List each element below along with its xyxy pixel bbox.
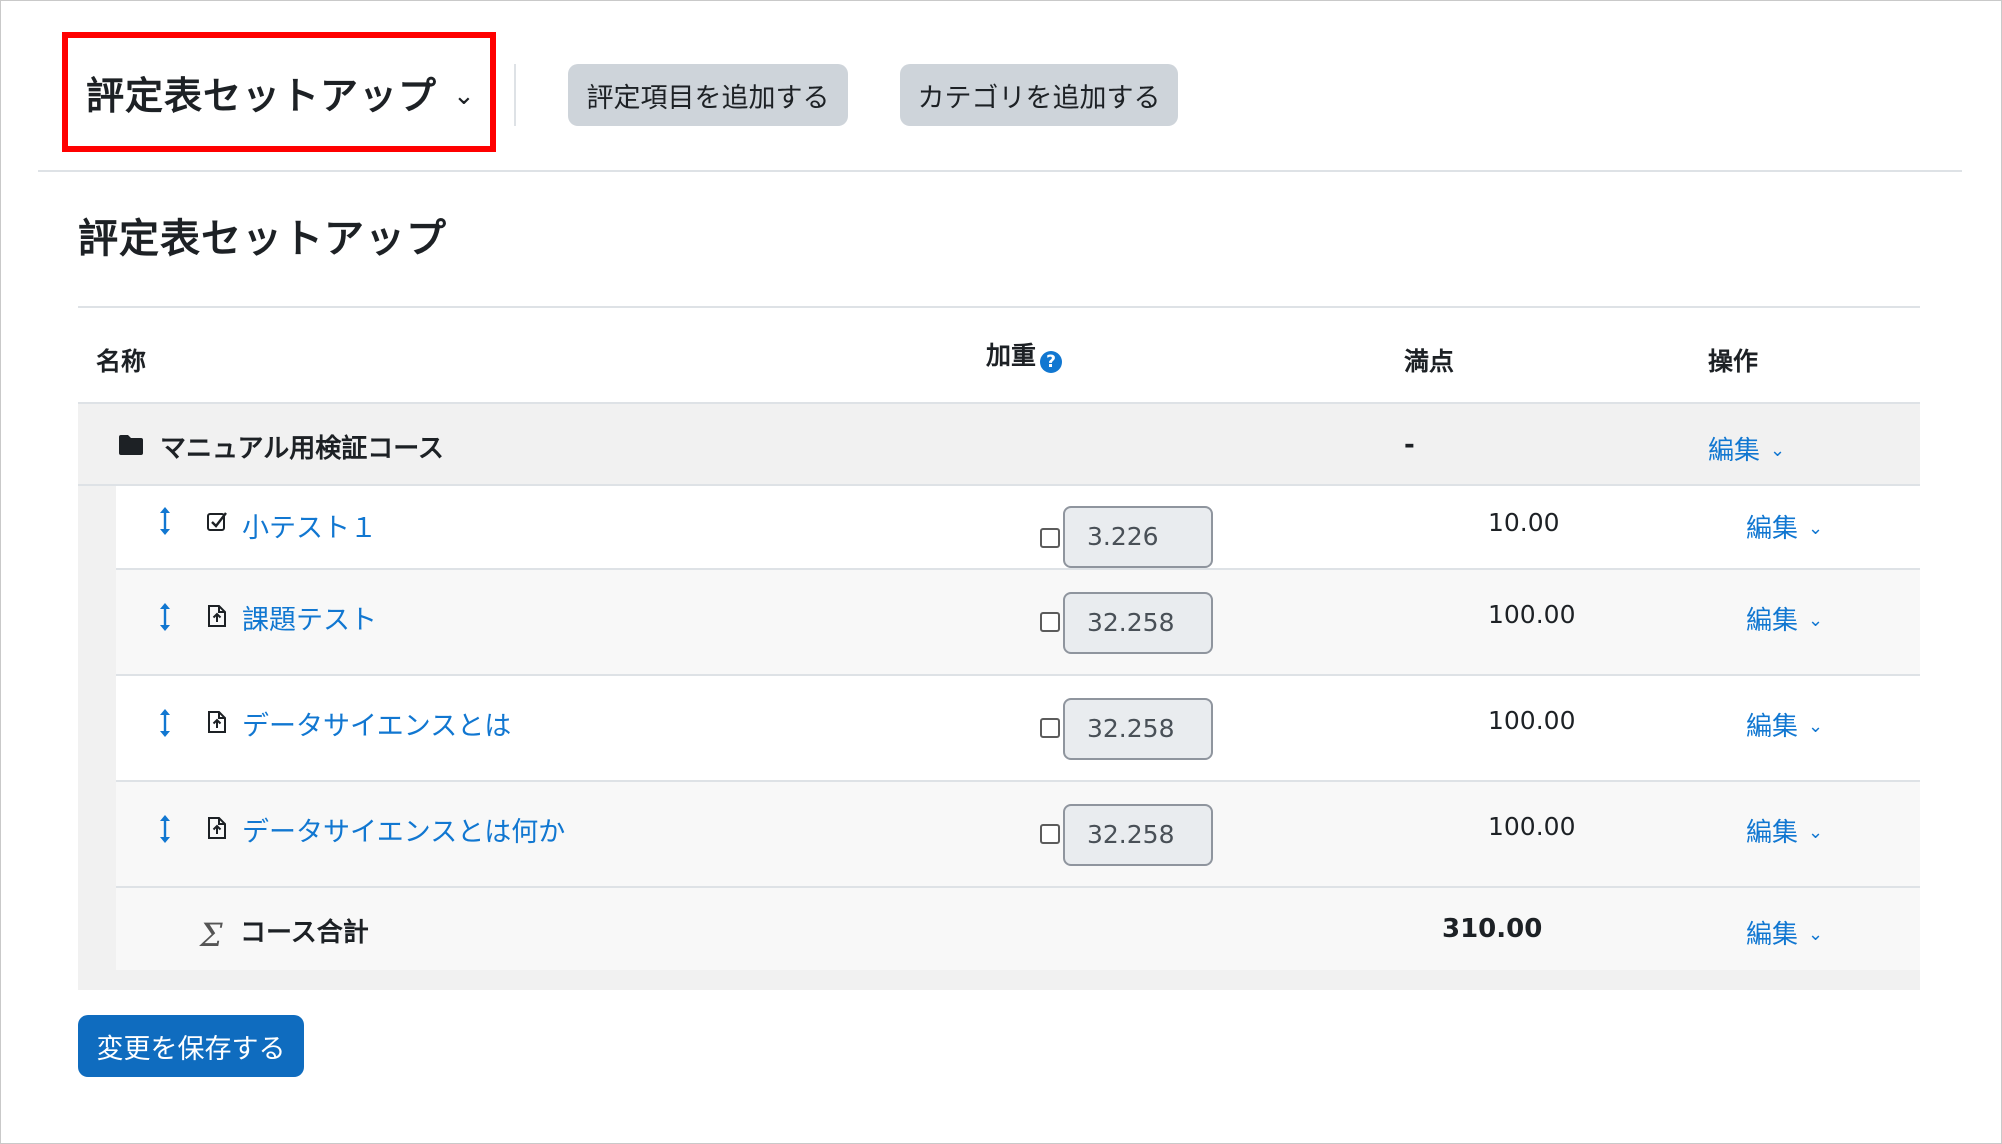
chevron-down-icon: ⌄ (1808, 924, 1824, 945)
edit-label: 編集 (1746, 606, 1799, 636)
chevron-down-icon: ⌄ (1808, 518, 1824, 539)
chevron-down-icon: ⌄ (1808, 716, 1824, 737)
save-changes-button[interactable]: 変更を保存する (78, 1015, 304, 1077)
table-body: 小テスト１ 3.226 10.00 編集 ⌄ 課題テスト 32.258 100.0… (78, 486, 1920, 990)
edit-label: 編集 (1746, 920, 1799, 950)
grade-item-link[interactable]: データサイエンスとは何か (242, 810, 565, 849)
header-weight-label: 加重 (986, 341, 1037, 370)
chevron-down-icon: ⌄ (1770, 440, 1786, 461)
grade-item-link[interactable]: データサイエンスとは (242, 704, 511, 743)
edit-label: 編集 (1746, 818, 1799, 848)
add-category-button[interactable]: カテゴリを追加する (900, 64, 1178, 126)
assignment-icon (208, 711, 226, 733)
header-max: 満点 (1404, 347, 1455, 376)
total-edit-menu[interactable]: 編集 ⌄ (1746, 914, 1823, 951)
weight-override-checkbox[interactable] (1040, 612, 1060, 632)
table-row: 小テスト１ 3.226 10.00 編集 ⌄ (116, 486, 1920, 570)
grade-item-link[interactable]: 小テスト１ (242, 506, 377, 545)
course-total-max: 310.00 (1442, 914, 1543, 944)
category-row: マニュアル用検証コース - 編集 ⌄ (78, 404, 1920, 486)
header-weight: 加重? (986, 336, 1063, 373)
item-edit-menu[interactable]: 編集 ⌄ (1746, 600, 1823, 637)
chevron-down-icon: ⌄ (1808, 610, 1824, 631)
weight-override-checkbox[interactable] (1040, 718, 1060, 738)
edit-label: 編集 (1708, 436, 1761, 466)
table-row: データサイエンスとは 32.258 100.00 編集 ⌄ (116, 676, 1920, 782)
table-row: 課題テスト 32.258 100.00 編集 ⌄ (116, 570, 1920, 676)
move-icon[interactable] (158, 708, 172, 738)
chevron-down-icon: ⌄ (1808, 822, 1824, 843)
chevron-down-icon: ⌄ (453, 81, 475, 111)
item-max: 100.00 (1488, 706, 1576, 735)
tertiary-navigation: 評定表セットアップ ⌄ 評定項目を追加する カテゴリを追加する (38, 30, 1962, 172)
assignment-icon (208, 817, 226, 839)
quiz-icon (207, 512, 227, 531)
category-edit-menu[interactable]: 編集 ⌄ (1708, 430, 1785, 467)
course-total-row: Σ コース合計 310.00 編集 ⌄ (116, 888, 1920, 970)
table-row: データサイエンスとは何か 32.258 100.00 編集 ⌄ (116, 782, 1920, 888)
category-name: マニュアル用検証コース (160, 434, 444, 464)
weight-input[interactable]: 32.258 (1063, 804, 1213, 866)
weight-input[interactable]: 3.226 (1063, 506, 1213, 568)
item-max: 100.00 (1488, 600, 1576, 629)
sigma-icon: Σ (200, 916, 223, 954)
grade-item-link[interactable]: 課題テスト (242, 598, 377, 637)
weight-input[interactable]: 32.258 (1063, 592, 1213, 654)
weight-input[interactable]: 32.258 (1063, 698, 1213, 760)
gradebook-page-selector[interactable]: 評定表セットアップ ⌄ (62, 32, 496, 152)
header-actions: 操作 (1708, 347, 1759, 376)
add-grade-item-button[interactable]: 評定項目を追加する (568, 64, 848, 126)
move-icon[interactable] (158, 602, 172, 632)
item-max: 100.00 (1488, 812, 1576, 841)
assignment-icon (208, 605, 226, 627)
selector-label: 評定表セットアップ (86, 73, 438, 118)
help-icon[interactable]: ? (1040, 351, 1063, 373)
edit-label: 編集 (1746, 712, 1799, 742)
item-edit-menu[interactable]: 編集 ⌄ (1746, 706, 1823, 743)
move-icon[interactable] (158, 506, 172, 536)
header-name: 名称 (96, 347, 147, 376)
move-icon[interactable] (158, 814, 172, 844)
edit-label: 編集 (1746, 514, 1799, 544)
page-title: 評定表セットアップ (78, 216, 447, 262)
item-edit-menu[interactable]: 編集 ⌄ (1746, 508, 1823, 545)
weight-override-checkbox[interactable] (1040, 528, 1060, 548)
weight-override-checkbox[interactable] (1040, 824, 1060, 844)
category-max: - (1404, 430, 1415, 460)
item-edit-menu[interactable]: 編集 ⌄ (1746, 812, 1823, 849)
table-header: 名称 加重? 満点 操作 (78, 308, 1920, 404)
course-total-label: コース合計 (240, 918, 369, 948)
folder-icon (119, 435, 143, 455)
item-max: 10.00 (1488, 508, 1560, 537)
nav-divider (514, 64, 516, 126)
